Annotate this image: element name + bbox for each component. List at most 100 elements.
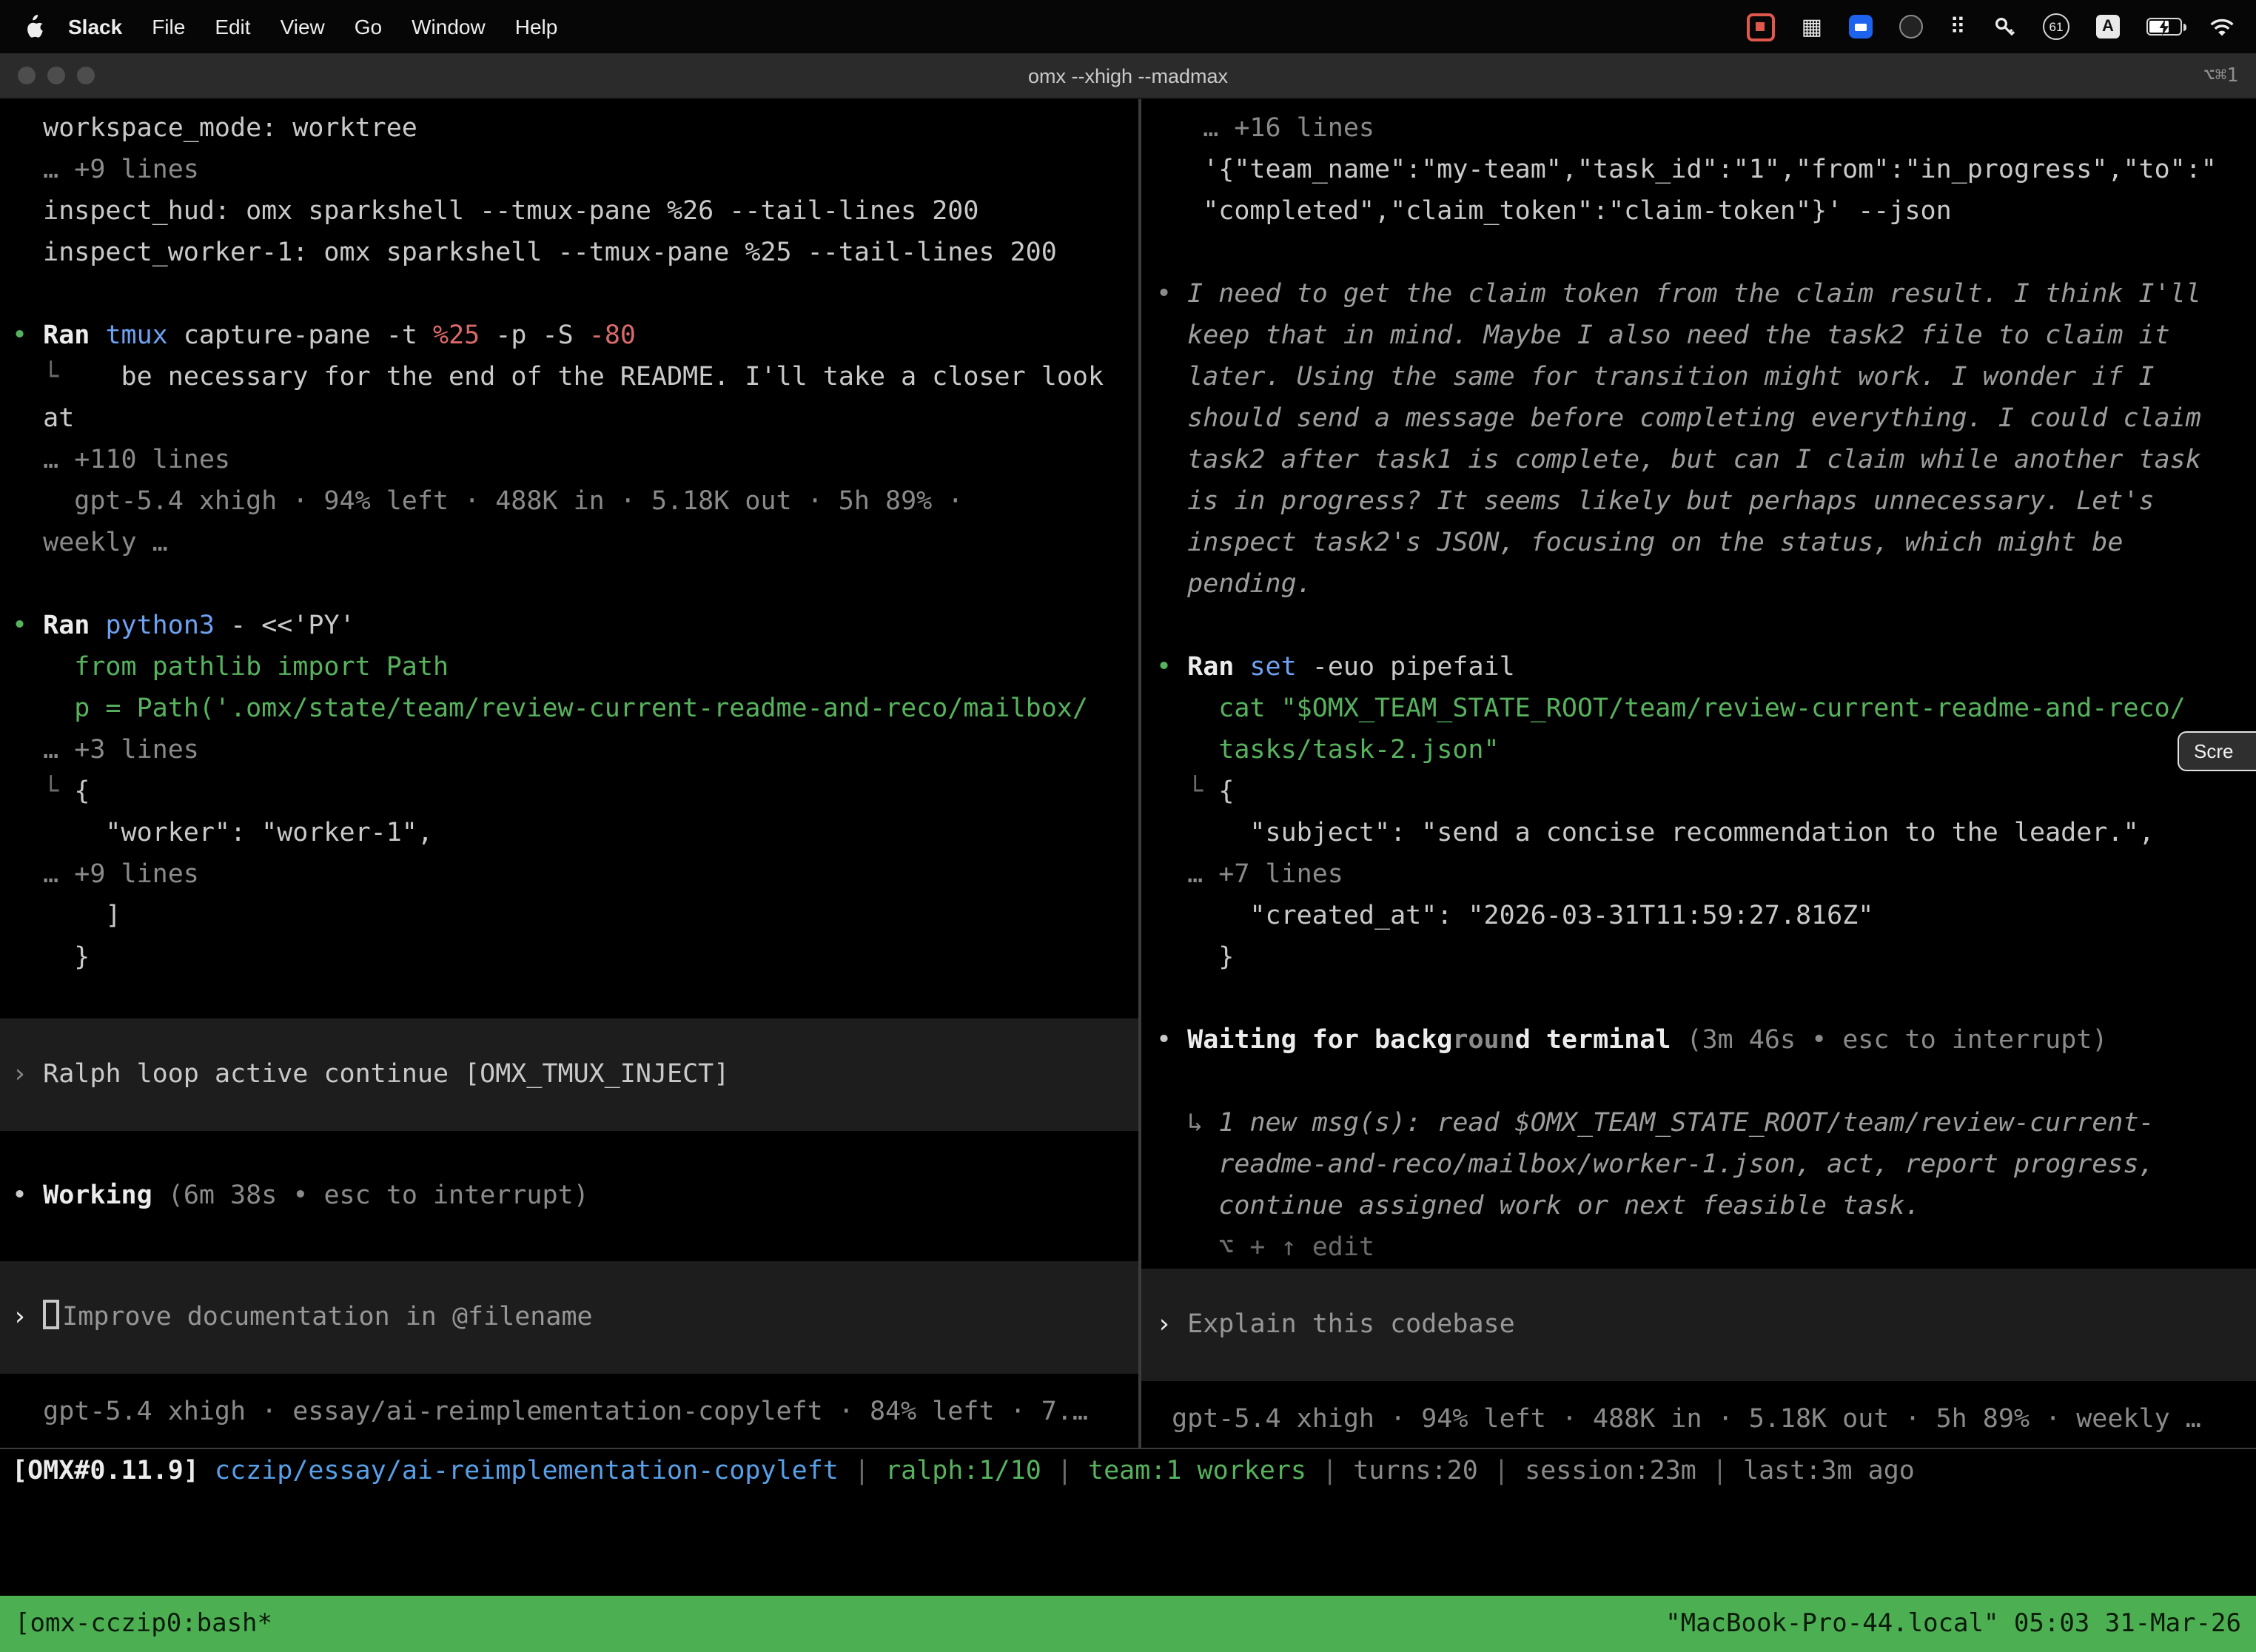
text-segment: Working bbox=[43, 1181, 152, 1211]
text-segment: keep that in mind. Maybe I also need the… bbox=[1156, 321, 2170, 351]
terminal-line: gpt-5.4 xhigh · 94% left · 488K in · 5.1… bbox=[12, 481, 1138, 523]
screen: Slack File Edit View Go Window Help ▦ ⠿ … bbox=[0, 0, 2256, 1652]
terminal-line: ⌥ + ↑ edit bbox=[1156, 1227, 2256, 1269]
menu-edit[interactable]: Edit bbox=[200, 15, 265, 38]
text-cursor bbox=[43, 1300, 59, 1329]
model-status-line: gpt-5.4 xhigh · essay/ai-reimplementatio… bbox=[12, 1391, 1138, 1433]
terminal-line: inspect_worker-1: omx sparkshell --tmux-… bbox=[12, 232, 1138, 274]
text-segment: • bbox=[1156, 653, 1187, 682]
text-segment: set bbox=[1249, 653, 1296, 682]
text-segment: └ bbox=[43, 777, 74, 807]
window-grid-icon[interactable]: ▦ bbox=[1802, 13, 1822, 40]
screen-recording-dot bbox=[1756, 22, 1765, 31]
terminal-line: '{"team_name":"my-team","task_id":"1","f… bbox=[1156, 150, 2256, 191]
empty-pane-area bbox=[0, 1494, 2256, 1596]
tmux-pane-right[interactable]: … +16 lines '{"team_name":"my-team","tas… bbox=[1141, 99, 2256, 1448]
menu-go[interactable]: Go bbox=[340, 15, 397, 38]
input-source-letter: A bbox=[2102, 15, 2114, 38]
key-icon[interactable] bbox=[1993, 15, 2016, 38]
dark-app-icon[interactable] bbox=[1899, 15, 1923, 38]
terminal-line: • I need to get the claim token from the… bbox=[1156, 274, 2256, 315]
terminal-line: cat "$OMX_TEAM_STATE_ROOT/team/review-cu… bbox=[1156, 688, 2256, 730]
text-segment: weekly … bbox=[12, 528, 168, 558]
terminal-line: weekly … bbox=[12, 523, 1138, 564]
apple-menu-icon[interactable] bbox=[15, 14, 53, 39]
menu-view[interactable]: View bbox=[266, 15, 340, 38]
text-segment: Ralph loop active continue [OMX_TMUX_INJ… bbox=[43, 1060, 729, 1089]
screen-recording-icon[interactable] bbox=[1747, 13, 1775, 41]
gauge-61-value: 61 bbox=[2049, 16, 2064, 38]
terminal-line: "worker": "worker-1", bbox=[12, 813, 1138, 854]
terminal-line: … +9 lines bbox=[12, 150, 1138, 191]
text-segment: | bbox=[839, 1457, 885, 1486]
prompt-input[interactable]: › Improve documentation in @filename bbox=[0, 1261, 1138, 1374]
text-segment: | bbox=[1478, 1457, 1525, 1486]
terminal-line: ] bbox=[12, 896, 1138, 937]
text-segment: ↳ bbox=[1156, 1109, 1218, 1138]
text-segment: -80 bbox=[589, 321, 636, 351]
terminal-line: "created_at": "2026-03-31T11:59:27.816Z" bbox=[1156, 896, 2256, 937]
text-segment: Ran bbox=[43, 321, 105, 351]
text-segment: inspect task2's JSON, focusing on the st… bbox=[1156, 528, 2123, 558]
menu-app-name[interactable]: Slack bbox=[53, 15, 137, 38]
menu-help[interactable]: Help bbox=[500, 15, 573, 38]
menu-window[interactable]: Window bbox=[397, 15, 500, 38]
terminal-line: ↳ 1 new msg(s): read $OMX_TEAM_STATE_ROO… bbox=[1156, 1103, 2256, 1144]
terminal-line: └ be necessary for the end of the README… bbox=[12, 357, 1138, 398]
pane-spacer bbox=[12, 978, 1138, 1018]
text-segment: workspace_mode: worktree bbox=[12, 114, 417, 144]
text-segment: ⌥ + ↑ edit bbox=[1156, 1233, 1374, 1263]
terminal-line: └ { bbox=[1156, 771, 2256, 813]
text-segment: | bbox=[1306, 1457, 1353, 1486]
window-shortcut-hint: ⌥⌘1 bbox=[2203, 64, 2238, 87]
text-segment: cczip/essay/ai-reimplementation-copyleft bbox=[215, 1457, 839, 1486]
text-segment: | bbox=[1041, 1457, 1088, 1486]
wifi-icon[interactable] bbox=[2209, 17, 2235, 36]
dots-grid-icon[interactable]: ⠿ bbox=[1950, 13, 1966, 40]
text-segment: - <<'PY' bbox=[215, 611, 355, 641]
text-segment: └ bbox=[43, 363, 58, 392]
screen-toast[interactable]: Scre bbox=[2178, 731, 2256, 771]
text-segment bbox=[12, 777, 43, 807]
battery-icon[interactable] bbox=[2146, 18, 2182, 36]
prompt-input[interactable]: › Explain this codebase bbox=[1141, 1269, 2256, 1381]
text-segment: … +110 lines bbox=[12, 446, 230, 475]
terminal-line: "subject": "send a concise recommendatio… bbox=[1156, 813, 2256, 854]
terminal-line: … +16 lines bbox=[1156, 108, 2256, 150]
docker-icon[interactable] bbox=[1849, 15, 1873, 38]
text-segment: team:1 workers bbox=[1088, 1457, 1306, 1486]
text-segment bbox=[1156, 777, 1187, 807]
text-segment: { bbox=[1218, 777, 1234, 807]
terminal-line bbox=[12, 564, 1138, 605]
text-segment: tasks/task-2.json" bbox=[1156, 736, 1500, 765]
charging-bolt-icon bbox=[2157, 19, 2172, 36]
text-segment: session:23m bbox=[1525, 1457, 1696, 1486]
text-segment: python3 bbox=[105, 611, 215, 641]
terminal-line: task2 after task1 is complete, but can I… bbox=[1156, 440, 2256, 481]
text-segment: [OMX#0.11.9] bbox=[12, 1457, 199, 1486]
terminal-line: is in progress? It seems likely but perh… bbox=[1156, 481, 2256, 523]
text-segment: later. Using the same for transition mig… bbox=[1156, 363, 2155, 392]
text-segment: • bbox=[1156, 1026, 1187, 1055]
menu-file[interactable]: File bbox=[137, 15, 200, 38]
text-segment: › bbox=[12, 1060, 43, 1089]
terminal-line: • Ran set -euo pipefail bbox=[1156, 647, 2256, 688]
text-segment: … +3 lines bbox=[12, 736, 199, 765]
battery-nub bbox=[2183, 24, 2186, 31]
text-segment: gpt-5.4 xhigh · 94% left · 488K in · 5.1… bbox=[12, 487, 963, 517]
gauge-61-icon[interactable]: 61 bbox=[2043, 13, 2069, 40]
tmux-session-label: [omx-cczip0:bash* bbox=[15, 1609, 272, 1639]
text-segment: pending. bbox=[1156, 570, 1312, 600]
text-segment: from pathlib import Path bbox=[12, 653, 449, 682]
terminal-line: … +7 lines bbox=[1156, 854, 2256, 896]
text-segment: I need to get the claim token from the c… bbox=[1187, 280, 2201, 309]
text-segment: ] bbox=[12, 901, 121, 931]
input-source-icon[interactable]: A bbox=[2096, 15, 2120, 38]
terminal-line bbox=[12, 274, 1138, 315]
text-segment: { bbox=[74, 777, 90, 807]
text-segment: p = Path('.omx/state/team/review-current… bbox=[12, 694, 1088, 724]
tmux-pane-left[interactable]: workspace_mode: worktree … +9 lines insp… bbox=[0, 99, 1138, 1448]
text-segment: Ran bbox=[1187, 653, 1249, 682]
docker-glyph bbox=[1855, 23, 1867, 30]
text-segment: inspect_hud: omx sparkshell --tmux-pane … bbox=[12, 197, 978, 226]
